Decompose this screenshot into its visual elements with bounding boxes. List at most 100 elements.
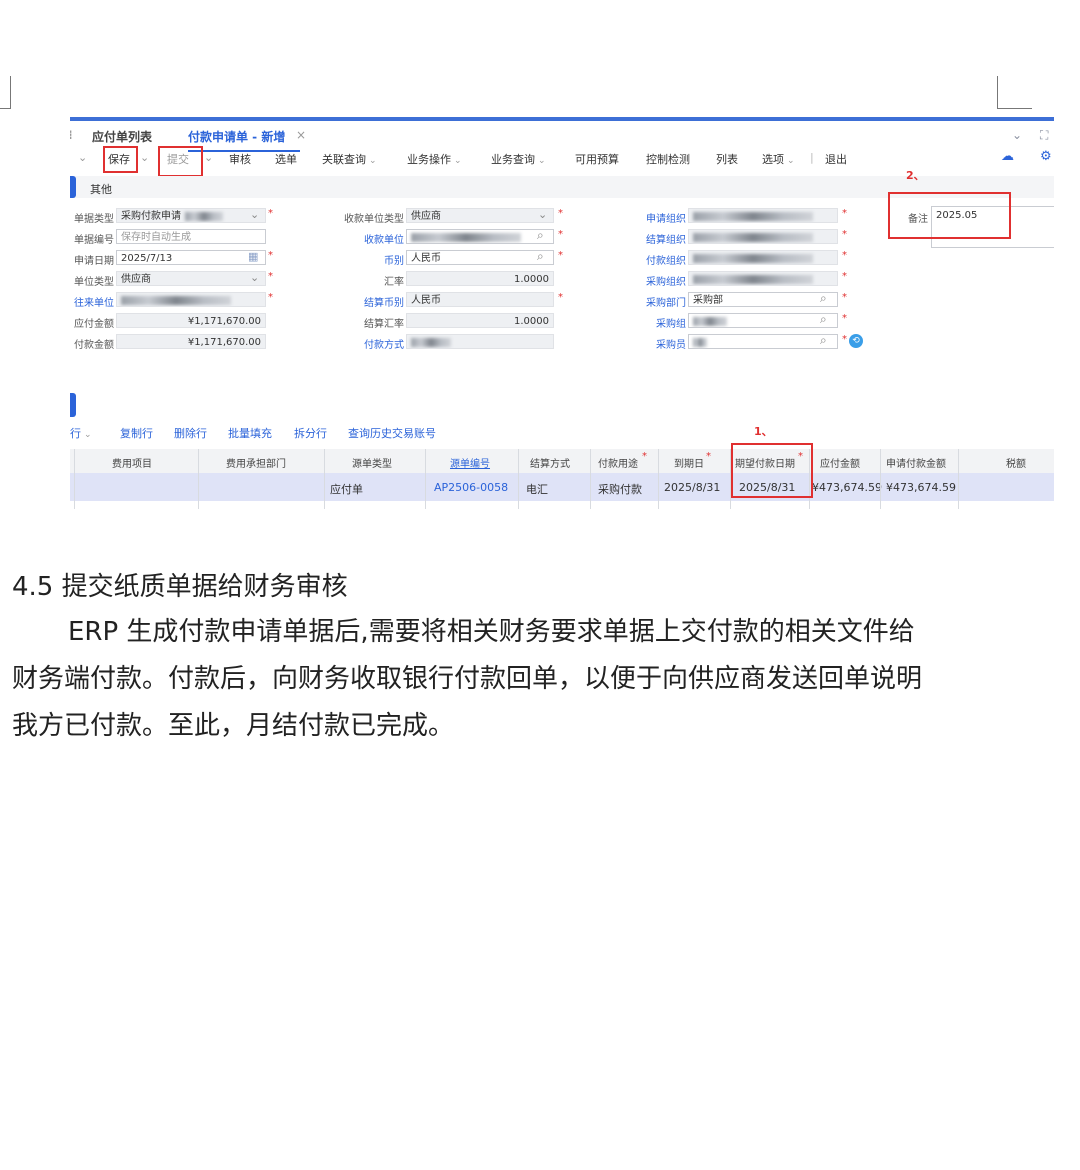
apply-date-label: 申请日期 [74,256,114,267]
chevron-down-icon[interactable]: ⌄ [538,208,547,221]
purchase-dept-field[interactable]: 采购部 [688,292,838,307]
toolbar-separator: | [810,151,814,164]
business-operation-button[interactable]: 业务操作 ⌄ [407,151,462,167]
column-divider [324,449,325,509]
chevron-down-icon: ⌄ [454,156,462,166]
save-highlight-box [103,146,138,173]
payee-field[interactable] [406,229,554,244]
purchaser-field[interactable] [688,334,838,349]
apply-amount-label: 付款金额 [74,340,114,351]
split-row-button[interactable]: 拆分行 [294,425,327,441]
fullscreen-icon[interactable]: ⛶ [1040,128,1048,143]
payable-amount-label: 应付金额 [74,319,114,330]
purchase-dept-label[interactable]: 采购部门 [630,294,686,309]
exit-button[interactable]: 退出 [825,151,847,167]
redacted-text [693,211,813,221]
settings-icon[interactable]: ⚙ [1040,149,1052,164]
cell-source-no[interactable]: AP2506-0058 [434,481,508,494]
purchase-group-field[interactable] [688,313,838,328]
purchase-org-label[interactable]: 采购组织 [630,273,686,288]
col-pay-purpose: 付款用途 [598,459,638,470]
row-menu-button[interactable]: 行 ⌄ [70,425,92,441]
payee-label[interactable]: 收款单位 [330,231,404,246]
tab-payable-list[interactable]: 应付单列表 [92,128,152,145]
required-mark: * [842,208,847,219]
chevron-down-icon[interactable]: ⌄ [250,208,259,221]
apply-org-label[interactable]: 申请组织 [630,210,686,225]
currency-label[interactable]: 币别 [330,252,404,267]
settle-currency-value: 人民币 [411,295,441,306]
required-mark: * [268,208,273,219]
chevron-down-icon: ⌄ [538,156,546,166]
toolbar: ⌄ 保存 ⌄ 提交 ⌄ 审核 选单 关联查询 ⌄ 业务操作 ⌄ 业务查询 ⌄ 可用预算… [70,147,1054,169]
search-icon[interactable]: ⌕ [820,291,827,306]
redacted-text [185,211,223,221]
control-check-button[interactable]: 控制检测 [646,151,690,167]
search-icon[interactable]: ⌕ [820,333,827,348]
related-query-button[interactable]: 关联查询 ⌄ [322,151,377,167]
doc-type-select[interactable]: 采购付款申请 [116,208,266,223]
column-divider [425,449,426,509]
toolbar-more-icon[interactable]: ⌄ [78,151,87,164]
currency-field[interactable]: 人民币 [406,250,554,265]
tab-payment-request-new[interactable]: 付款申请单 - 新增 [188,128,285,145]
column-divider [198,449,199,509]
purchase-group-label[interactable]: 采购组 [630,315,686,330]
tab-scroll-icon[interactable]: ⁝ [70,128,73,142]
redacted-text [411,232,521,242]
unit-type-label: 单位类型 [74,277,114,288]
tab-close-icon[interactable]: × [296,128,306,142]
search-icon[interactable]: ⌕ [820,312,827,327]
select-bill-button[interactable]: 选单 [275,151,297,167]
purchase-dept-value: 采购部 [693,295,723,306]
pay-org-field[interactable] [688,250,838,265]
cell-apply-pay-amount: ¥473,674.59 [886,481,956,494]
business-query-button[interactable]: 业务查询 ⌄ [491,151,546,167]
cloud-icon[interactable]: ☁ [1001,149,1014,164]
col-cost-dept: 费用承担部门 [226,459,286,470]
unit-type-value: 供应商 [121,274,151,285]
options-button[interactable]: 选项 ⌄ [762,151,795,167]
settle-currency-label[interactable]: 结算币别 [330,294,404,309]
collapse-icon[interactable]: ⌄ [1012,128,1022,142]
unit-type-select[interactable]: 供应商 [116,271,266,286]
calendar-icon[interactable]: ▦ [248,250,258,263]
chevron-down-icon: ⌄ [787,156,795,166]
page-corner-mark-left [0,76,11,109]
col-source-no[interactable]: 源单编号 [450,455,490,470]
required-mark: * [706,451,711,462]
delete-row-button[interactable]: 删除行 [174,425,207,441]
partner-field[interactable] [116,292,266,307]
available-budget-button[interactable]: 可用预算 [575,151,619,167]
apply-date-field[interactable]: 2025/7/13 [116,250,266,265]
partner-label[interactable]: 往来单位 [70,294,114,309]
search-icon[interactable]: ⌕ [537,249,544,264]
redacted-text [121,295,231,305]
submit-dropdown-icon[interactable]: ⌄ [204,151,213,164]
apply-org-field[interactable] [688,208,838,223]
settle-rate-field: 1.0000 [406,313,554,328]
link-icon[interactable]: ⟲ [849,334,863,348]
chevron-down-icon: ⌄ [84,430,92,440]
list-button[interactable]: 列表 [716,151,738,167]
purchaser-label[interactable]: 采购员 [630,336,686,351]
payee-type-select[interactable]: 供应商 [406,208,554,223]
chevron-down-icon[interactable]: ⌄ [250,271,259,284]
pay-org-label[interactable]: 付款组织 [630,252,686,267]
doc-no-field[interactable]: 保存时自动生成 [116,229,266,244]
settle-org-label[interactable]: 结算组织 [630,231,686,246]
business-query-label: 业务查询 [491,153,535,166]
pay-method-label[interactable]: 付款方式 [330,336,404,351]
pay-method-field[interactable] [406,334,554,349]
save-dropdown-icon[interactable]: ⌄ [140,151,149,164]
remark-highlight-box [888,192,1011,239]
purchase-org-field[interactable] [688,271,838,286]
copy-row-button[interactable]: 复制行 [120,425,153,441]
settle-org-field[interactable] [688,229,838,244]
audit-button[interactable]: 审核 [229,151,251,167]
history-account-button[interactable]: 查询历史交易账号 [348,425,436,441]
table-row[interactable]: 应付单 AP2506-0058 电汇 采购付款 2025/8/31 2025/8… [70,473,1054,501]
batch-fill-button[interactable]: 批量填充 [228,425,272,441]
search-icon[interactable]: ⌕ [537,228,544,243]
section-marker [70,176,76,198]
